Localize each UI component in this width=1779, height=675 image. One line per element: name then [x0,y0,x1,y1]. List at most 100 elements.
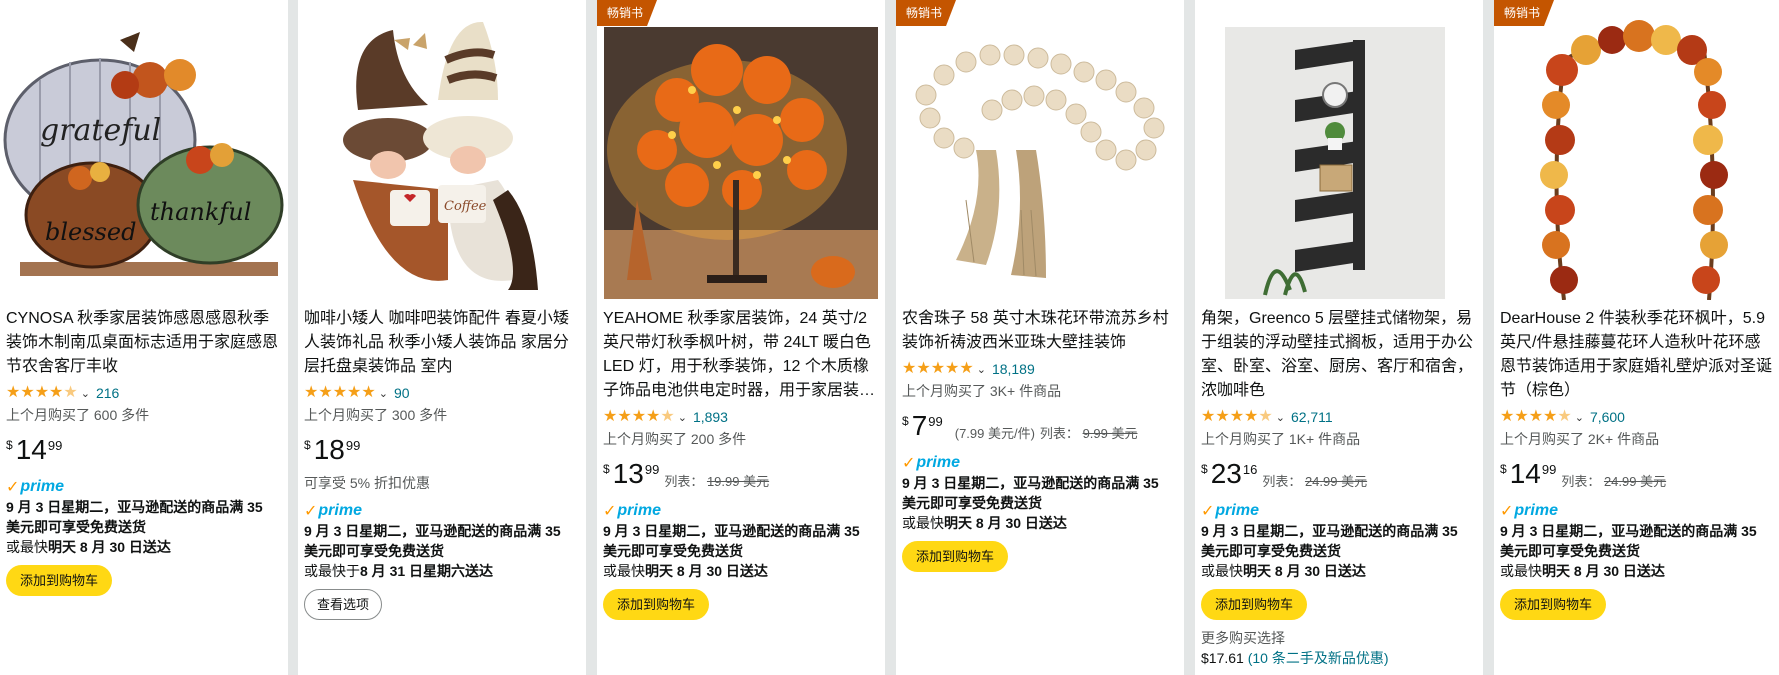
see-options-button[interactable]: 查看选项 [304,589,383,620]
delivery-prefix: 或最快 [902,515,944,531]
price[interactable]: $ 23 16 列表： 24.99 美元 [1201,459,1475,493]
used-offers[interactable]: $17.61 (10 条二手及新品优惠) [1201,648,1475,668]
delivery-date: 明天 8 月 30 日送达 [944,515,1067,531]
product-title[interactable]: 咖啡小矮人 咖啡吧装饰配件 春夏小矮人装饰礼品 秋季小矮人装饰品 家居分层托盘桌… [304,307,578,379]
price[interactable]: $ 7 99 (7.99 美元/件) 列表： 9.99 美元 [902,411,1176,445]
currency-symbol: $ [603,462,610,476]
delivery-date: 明天 8 月 30 日送达 [48,539,171,555]
chevron-down-icon[interactable]: ⌄ [977,363,986,376]
delivery-line: 9 月 3 日星期二，亚马逊配送的商品满 35 美元即可享受免费送货 [1500,523,1757,559]
product-card: 角架，Greenco 5 层壁挂式储物架，易于组装的浮动壁挂式搁板，适用于办公室… [1195,0,1483,675]
add-to-cart-button[interactable]: 添加到购物车 [1500,589,1607,620]
autumn-garland-icon [1494,0,1779,300]
product-image[interactable] [1195,0,1483,300]
delivery-prefix: 或最快于 [304,563,360,579]
delivery-prefix: 或最快 [6,539,48,555]
list-price: 列表： 24.99 美元 [1561,471,1666,490]
delivery-info: 9 月 3 日星期二，亚马逊配送的商品满 35 美元即可享受免费送货 或最快明天… [902,473,1176,533]
chevron-down-icon[interactable]: ⌄ [678,411,687,424]
rating[interactable]: ★★★★★ ⌄ 216 [6,381,280,405]
rating-count[interactable]: 7,600 [1590,409,1625,425]
product-title[interactable]: YEAHOME 秋季家居装饰，24 英寸/2 英尺带灯秋季枫叶树，带 24LT … [603,307,877,403]
product-grid: grateful blessed thankful CYNOSA 秋季家居装饰感… [0,0,1779,675]
prime-badge: ✓ prime [6,477,280,497]
star-rating-icon: ★★★★★ [1201,408,1273,425]
price-whole: 7 [911,410,928,441]
list-price-label: 列表： [664,474,704,489]
delivery-prefix: 或最快 [603,563,645,579]
rating-count[interactable]: 1,893 [693,409,728,425]
product-title[interactable]: CYNOSA 秋季家居装饰感恩感恩秋季装饰木制南瓜桌面标志适用于家庭感恩节农舍客… [6,307,280,379]
pumpkin-sign-icon: grateful blessed thankful [0,0,288,300]
prime-badge: ✓ prime [902,453,1176,473]
add-to-cart-button[interactable]: 添加到购物车 [1201,589,1308,620]
list-price-value: 9.99 美元 [1082,426,1138,441]
price-whole: 14 [1509,458,1541,489]
price-fraction: 99 [644,462,660,477]
product-title[interactable]: 角架，Greenco 5 层壁挂式储物架，易于组装的浮动壁挂式搁板，适用于办公室… [1201,307,1475,403]
currency-symbol: $ [1201,462,1208,476]
rating[interactable]: ★★★★★ ⌄ 1,893 [603,405,877,429]
rating-count[interactable]: 216 [96,385,119,401]
delivery-info: 9 月 3 日星期二，亚马逊配送的商品满 35 美元即可享受免费送货 或最快明天… [6,497,280,557]
bought-count: 上个月购买了 300 多件 [304,407,448,423]
chevron-down-icon[interactable]: ⌄ [81,387,90,400]
rating-count[interactable]: 62,711 [1291,409,1333,425]
delivery-line: 9 月 3 日星期二，亚马逊配送的商品满 35 美元即可享受免费送货 [603,523,860,559]
maple-tree-lamp-icon [597,0,885,300]
used-offers-link[interactable]: (10 条二手及新品优惠) [1248,650,1389,666]
product-card: Coffee 咖啡小矮人 咖啡吧装饰配件 春夏小矮人装饰礼品 秋季小矮人装饰品 … [298,0,586,675]
delivery-date: 明天 8 月 30 日送达 [645,563,768,579]
add-to-cart-button[interactable]: 添加到购物车 [902,541,1009,572]
price[interactable]: $ 18 99 [304,435,578,469]
price[interactable]: $ 14 99 列表： 24.99 美元 [1500,459,1774,493]
add-to-cart-button[interactable]: 添加到购物车 [6,565,113,596]
delivery-line: 9 月 3 日星期二，亚马逊配送的商品满 35 美元即可享受免费送货 [6,499,263,535]
star-rating-icon: ★★★★★ [1500,408,1572,425]
rating[interactable]: ★★★★★ ⌄ 62,711 [1201,405,1475,429]
price-fraction: 99 [47,438,63,453]
price-fraction: 99 [345,438,361,453]
product-image[interactable] [597,0,885,300]
prime-badge: ✓ prime [603,501,877,521]
price-whole: 13 [612,458,644,489]
rating[interactable]: ★★★★★ ⌄ 7,600 [1500,405,1774,429]
product-image[interactable] [896,0,1184,300]
prime-label: prime [20,478,64,495]
product-image[interactable]: Coffee [298,0,586,300]
product-title[interactable]: DearHouse 2 件装秋季花环枫叶，5.9 英尺/件悬挂藤蔓花环人造秋叶花… [1500,307,1774,403]
chevron-down-icon[interactable]: ⌄ [1575,411,1584,424]
delivery-date: 明天 8 月 30 日送达 [1542,563,1665,579]
list-price-value: 24.99 美元 [1603,474,1667,489]
rating-count[interactable]: 90 [394,385,410,401]
price[interactable]: $ 13 99 列表： 19.99 美元 [603,459,877,493]
star-rating-icon: ★★★★★ [603,408,675,425]
list-price-label: 列表： [1561,474,1601,489]
currency-symbol: $ [902,414,909,428]
rating-count[interactable]: 18,189 [992,361,1035,377]
wood-bead-garland-icon [896,0,1184,300]
corner-shelf-icon [1195,0,1483,300]
add-to-cart-button[interactable]: 添加到购物车 [603,589,710,620]
list-price-value: 19.99 美元 [706,474,770,489]
product-title[interactable]: 农舍珠子 58 英寸木珠花环带流苏乡村装饰祈祷波西米亚珠大壁挂装饰 [902,307,1176,355]
chevron-down-icon[interactable]: ⌄ [379,387,388,400]
check-icon: ✓ [902,455,916,472]
rating[interactable]: ★★★★★ ⌄ 90 [304,381,578,405]
product-image[interactable]: grateful blessed thankful [0,0,288,300]
unit-price: (7.99 美元/件) [954,426,1035,441]
delivery-date: 8 月 31 日星期六送达 [360,563,494,579]
check-icon: ✓ [1201,503,1215,520]
price[interactable]: $ 14 99 [6,435,280,469]
check-icon: ✓ [304,503,318,520]
rating[interactable]: ★★★★★ ⌄ 18,189 [902,357,1176,381]
bought-count: 上个月购买了 3K+ 件商品 [902,383,1062,399]
list-price-label: 列表： [1262,474,1302,489]
chevron-down-icon[interactable]: ⌄ [1276,411,1285,424]
product-image[interactable] [1494,0,1779,300]
used-price[interactable]: $17.61 [1201,650,1244,666]
price-whole: 23 [1210,458,1242,489]
prime-label: prime [916,454,960,471]
list-price-value: 24.99 美元 [1304,474,1368,489]
discount-text: 可享受 5% 折扣优惠 [304,475,431,491]
